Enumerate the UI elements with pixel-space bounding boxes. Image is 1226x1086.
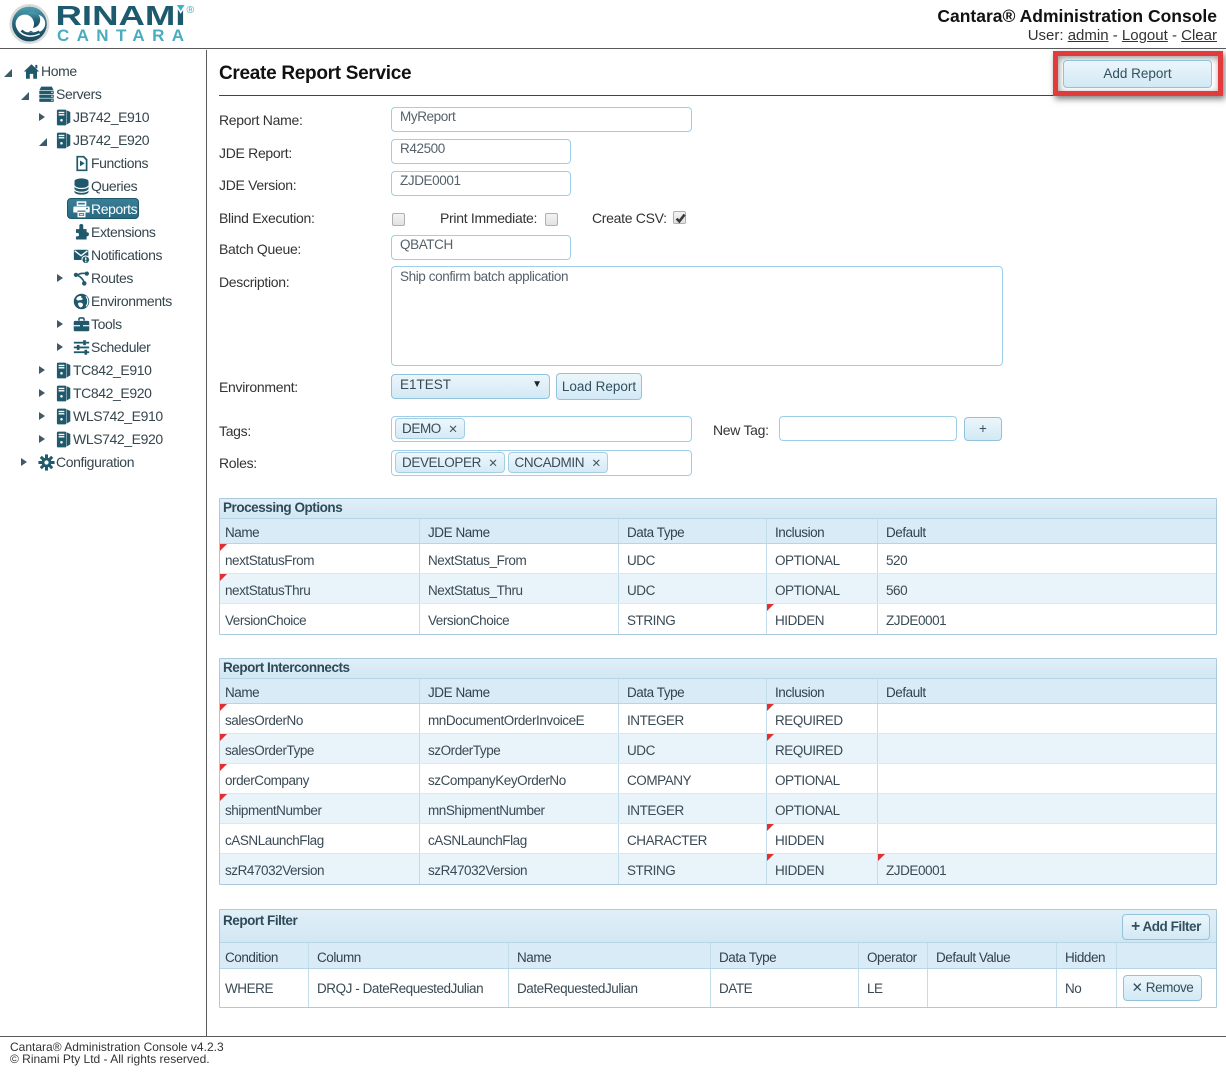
svg-text:®: ® (187, 4, 195, 16)
